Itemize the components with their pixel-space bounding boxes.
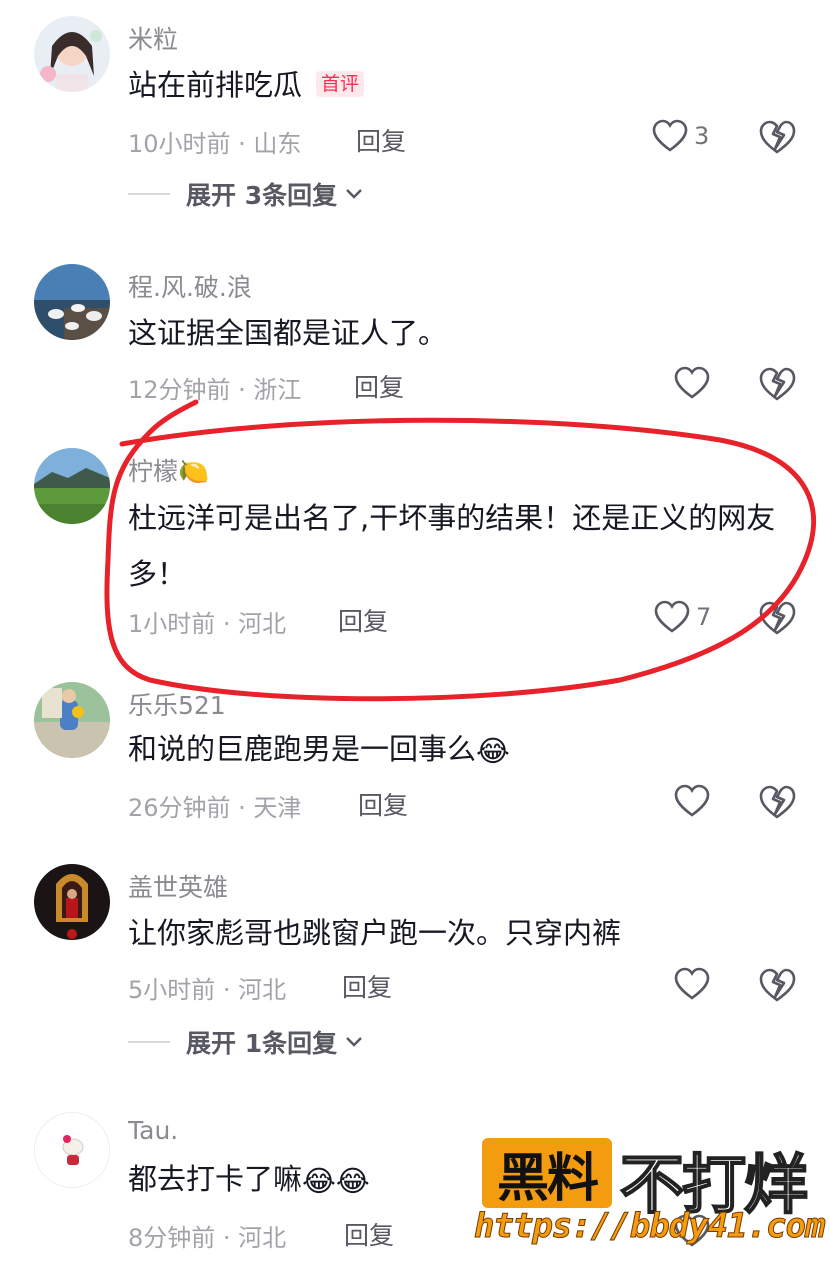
- heart-icon: [674, 366, 710, 399]
- watermark-badge: 黑料: [482, 1138, 612, 1209]
- heart-icon: [674, 967, 710, 1000]
- divider-line: [128, 193, 170, 195]
- heart-icon: [654, 600, 690, 633]
- comment-username[interactable]: 乐乐521: [128, 686, 226, 722]
- expand-replies-label: 展开 3条回复: [186, 181, 338, 210]
- first-comment-badge: 首评: [316, 71, 365, 97]
- like-button[interactable]: 7: [654, 598, 711, 636]
- watermark: 黑料 不打烊 https://bbdy41.com: [473, 1134, 826, 1280]
- reply-button[interactable]: 回复: [344, 1216, 394, 1252]
- divider-line: [128, 1041, 170, 1043]
- avatar[interactable]: [34, 1112, 110, 1188]
- comment-username[interactable]: 盖世英雄: [128, 868, 228, 904]
- reply-button[interactable]: 回复: [354, 368, 404, 404]
- annotation-circle: [104, 399, 816, 702]
- comment-username[interactable]: 程.风.破.浪: [128, 268, 252, 304]
- like-button[interactable]: [674, 364, 716, 402]
- comment-meta: 5小时前 · 河北: [128, 976, 287, 1004]
- avatar[interactable]: [34, 16, 110, 92]
- heart-icon: [652, 119, 688, 152]
- reply-button[interactable]: 回复: [338, 602, 388, 638]
- comment-meta: 26分钟前 · 天津: [128, 794, 302, 822]
- dislike-icon[interactable]: [758, 600, 796, 636]
- like-count: 7: [696, 603, 712, 631]
- comment-text: 和说的巨鹿跑男是一回事么😂: [128, 722, 808, 778]
- comment-text: 这证据全国都是证人了。: [128, 316, 448, 350]
- comment-text: 杜远洋可是出名了,干坏事的结果！还是正义的网友多！: [128, 501, 776, 591]
- reply-button[interactable]: 回复: [342, 968, 392, 1004]
- comment-meta: 1小时前 · 河北: [128, 610, 287, 638]
- dislike-icon[interactable]: [758, 366, 796, 402]
- dislike-icon[interactable]: [758, 119, 796, 155]
- reply-button[interactable]: 回复: [358, 786, 408, 822]
- avatar[interactable]: [34, 682, 110, 758]
- chevron-down-icon: [346, 189, 362, 199]
- dislike-icon[interactable]: [758, 967, 796, 1003]
- comment-text-body: 和说的巨鹿跑男是一回事么: [128, 732, 477, 766]
- comment-username[interactable]: Tau.: [128, 1116, 178, 1145]
- dislike-icon[interactable]: [758, 784, 796, 820]
- like-button[interactable]: [674, 965, 716, 1003]
- expand-replies-button[interactable]: 展开 3条回复: [128, 176, 363, 212]
- like-count: 3: [694, 122, 710, 150]
- avatar[interactable]: [34, 864, 110, 940]
- avatar[interactable]: [34, 264, 110, 340]
- comment-text: 让你家彪哥也跳窗户跑一次。只穿内裤: [128, 916, 622, 950]
- reply-button[interactable]: 回复: [356, 122, 406, 158]
- like-button[interactable]: [674, 782, 716, 820]
- laughing-crying-emoji: 😂😂: [302, 1164, 370, 1198]
- comment-username[interactable]: 柠檬🍋: [128, 452, 209, 488]
- laughing-crying-emoji: 😂: [476, 734, 510, 768]
- heart-icon: [674, 784, 710, 817]
- comment-text-body: 都去打卡了嘛: [128, 1162, 303, 1196]
- comment-meta: 10小时前 · 山东: [128, 130, 302, 158]
- comment-username[interactable]: 米粒: [128, 20, 178, 56]
- comment-meta: 8分钟前 · 河北: [128, 1224, 287, 1252]
- avatar[interactable]: [34, 448, 110, 524]
- comment-meta: 12分钟前 · 浙江: [128, 376, 302, 404]
- expand-replies-label: 展开 1条回复: [186, 1029, 338, 1058]
- expand-replies-button[interactable]: 展开 1条回复: [128, 1024, 363, 1060]
- like-button[interactable]: 3: [652, 117, 709, 155]
- comment-text-body: 站在前排吃瓜: [128, 68, 303, 102]
- chevron-down-icon: [346, 1037, 362, 1047]
- watermark-url: https://bbdy41.com: [473, 1206, 825, 1247]
- comment-text: 站在前排吃瓜 首评: [128, 58, 808, 112]
